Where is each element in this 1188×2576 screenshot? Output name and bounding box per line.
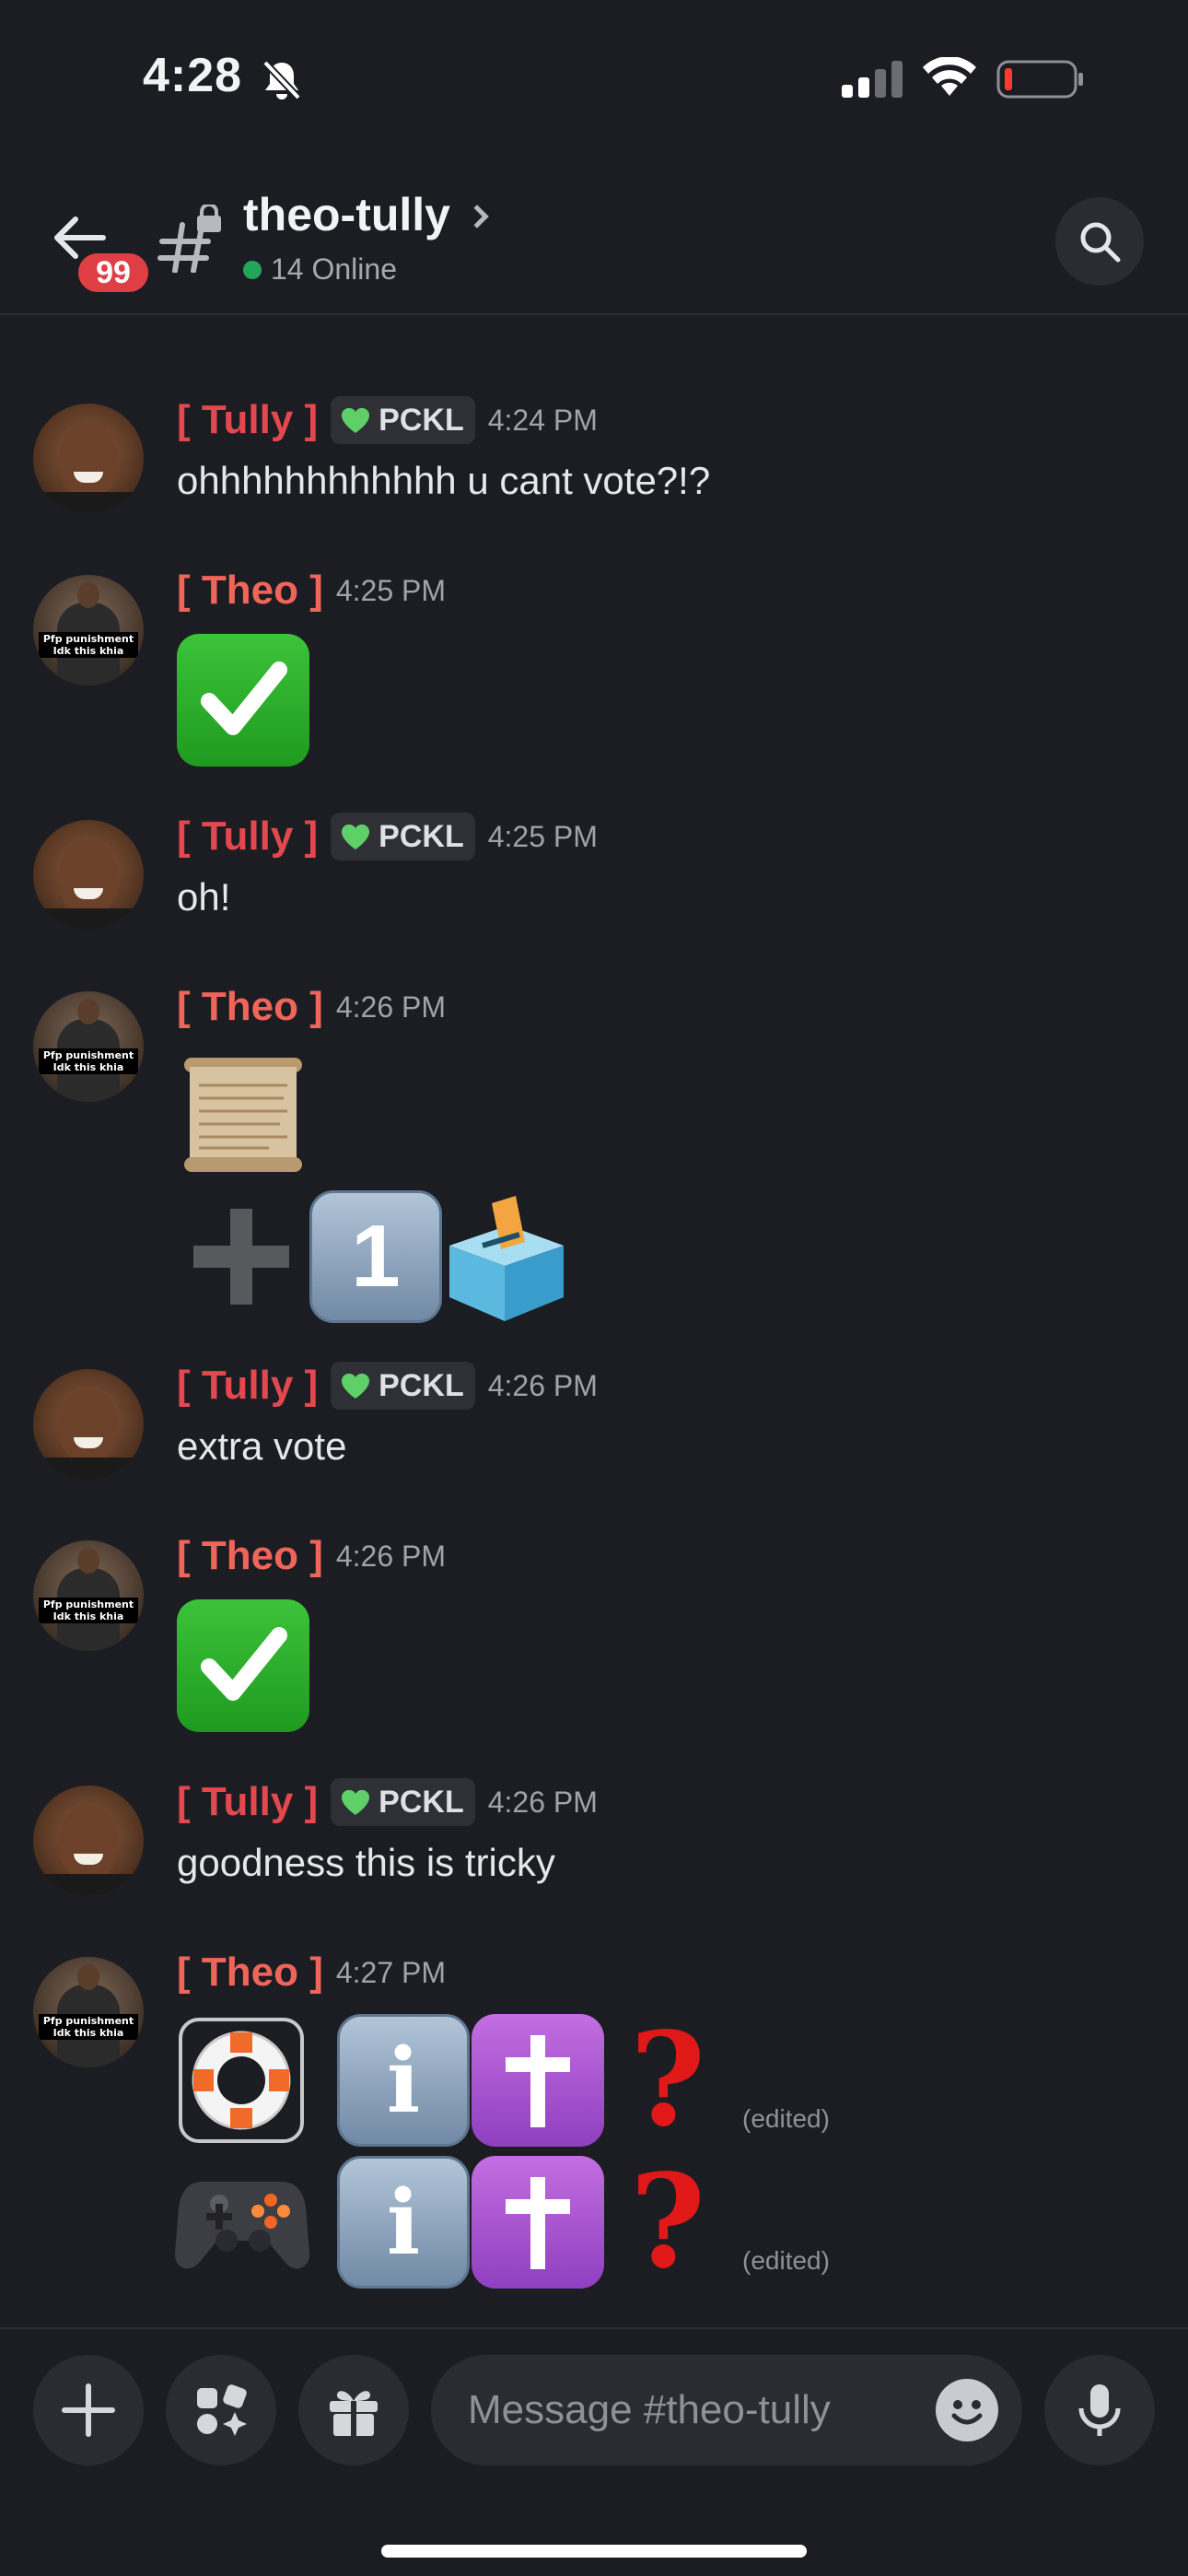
status-time: 4:28 <box>143 49 243 102</box>
information-emoji[interactable]: i <box>337 2156 470 2289</box>
guild-tag-label: PCKL <box>379 1784 464 1820</box>
online-status-dot <box>243 260 262 279</box>
edited-label: (edited) <box>742 2104 830 2133</box>
guild-tag-label: PCKL <box>379 1367 464 1403</box>
channel-header: 99 theo-tully 14 Online <box>0 157 1188 315</box>
message-text: ohhhhhhhhhhhh u cant vote?!? <box>177 459 711 502</box>
guild-tag[interactable]: PCKL <box>331 1362 475 1410</box>
timestamp: 4:25 PM <box>335 573 447 607</box>
author-name[interactable]: [ Tully ] <box>177 814 318 860</box>
avatar-theo[interactable]: Pfp punishment Idk this khia <box>33 991 144 1102</box>
keycap-one-emoji[interactable]: 1 <box>309 1190 442 1323</box>
timestamp: 4:26 PM <box>335 1539 447 1573</box>
timestamp: 4:26 PM <box>487 1368 598 1402</box>
voice-message-button[interactable] <box>1044 2355 1155 2465</box>
green-heart-icon <box>342 824 370 849</box>
author-name[interactable]: [ Theo ] <box>177 568 323 614</box>
author-name[interactable]: [ Tully ] <box>177 1779 318 1825</box>
search-icon <box>1080 222 1121 263</box>
avatar-tully[interactable] <box>33 1786 144 1896</box>
avatar-caption: Pfp punishment Idk this khia <box>39 632 138 658</box>
avatar-caption: Pfp punishment Idk this khia <box>39 1598 138 1623</box>
guild-tag[interactable]: PCKL <box>331 396 475 444</box>
status-bar: 4:28 <box>0 0 1188 157</box>
avatar-tully[interactable] <box>33 404 144 514</box>
message-list[interactable]: [ Tully ] PCKL 4:24 PM ohhhhhhhhhhhh u c… <box>0 317 1188 2325</box>
message-text: goodness this is tricky <box>177 1841 555 1884</box>
message-composer <box>0 2327 1188 2576</box>
scroll-emoji[interactable] <box>177 1048 309 1181</box>
smiley-icon <box>951 2400 983 2425</box>
guild-tag-label: PCKL <box>379 402 464 438</box>
timestamp: 4:26 PM <box>335 989 447 1024</box>
timestamp: 4:25 PM <box>487 819 598 853</box>
home-indicator[interactable] <box>381 2545 807 2558</box>
check-mark-emoji[interactable] <box>177 1599 309 1732</box>
avatar-theo[interactable]: Pfp punishment Idk this khia <box>33 1540 144 1651</box>
edited-label: (edited) <box>742 2246 830 2275</box>
avatar-theo[interactable]: Pfp punishment Idk this khia <box>33 1957 144 2067</box>
green-heart-icon <box>342 407 370 433</box>
question-mark-emoji[interactable]: ? <box>630 2156 705 2289</box>
timestamp: 4:27 PM <box>335 1955 447 1989</box>
channel-name: theo-tully <box>243 189 450 240</box>
wifi-icon <box>923 57 976 96</box>
message-text: oh! <box>177 875 231 919</box>
avatar-caption: Pfp punishment Idk this khia <box>39 1048 138 1074</box>
latin-cross-emoji[interactable] <box>472 2156 604 2289</box>
plus-icon <box>62 2383 115 2437</box>
cellular-signal-icon <box>842 61 903 98</box>
apps-button[interactable] <box>166 2355 276 2465</box>
plus-emoji[interactable] <box>186 1201 297 1312</box>
bell-slash-icon <box>262 60 301 100</box>
search-button[interactable] <box>1055 197 1144 286</box>
message-input[interactable] <box>468 2355 947 2465</box>
author-name[interactable]: [ Tully ] <box>177 397 318 443</box>
chevron-right-icon <box>465 205 489 228</box>
latin-cross-emoji[interactable] <box>472 2014 604 2147</box>
author-name[interactable]: [ Tully ] <box>177 1363 318 1409</box>
check-mark-emoji[interactable] <box>177 634 309 767</box>
green-heart-icon <box>342 1789 370 1815</box>
add-attachment-button[interactable] <box>33 2355 144 2465</box>
author-name[interactable]: [ Theo ] <box>177 984 323 1030</box>
apps-icon <box>197 2384 247 2436</box>
avatar-theo[interactable]: Pfp punishment Idk this khia <box>33 575 144 685</box>
ring-buoy-emoji[interactable] <box>177 2014 306 2147</box>
unread-badge: 99 <box>74 249 153 297</box>
locked-channel-icon <box>157 205 221 273</box>
avatar-tully[interactable] <box>33 820 144 931</box>
timestamp: 4:24 PM <box>487 403 598 437</box>
guild-tag[interactable]: PCKL <box>331 1778 475 1826</box>
information-emoji[interactable]: i <box>337 2014 470 2147</box>
author-name[interactable]: [ Theo ] <box>177 1950 323 1996</box>
microphone-icon <box>1078 2384 1121 2436</box>
ballot-box-emoji[interactable] <box>446 1190 567 1323</box>
avatar-tully[interactable] <box>33 1369 144 1480</box>
guild-tag[interactable]: PCKL <box>331 813 475 861</box>
online-count: 14 Online <box>243 252 397 287</box>
video-game-emoji[interactable] <box>175 2156 309 2277</box>
battery-low-icon <box>996 60 1083 99</box>
author-name[interactable]: [ Theo ] <box>177 1533 323 1579</box>
green-heart-icon <box>342 1373 370 1399</box>
guild-tag-label: PCKL <box>379 818 464 854</box>
gift-icon <box>330 2391 378 2436</box>
channel-title[interactable]: theo-tully <box>243 188 489 241</box>
question-mark-emoji[interactable]: ? <box>630 2014 705 2147</box>
emoji-picker-button[interactable] <box>936 2379 998 2441</box>
timestamp: 4:26 PM <box>487 1785 598 1819</box>
message-input-pill[interactable] <box>431 2355 1022 2465</box>
avatar-caption: Pfp punishment Idk this khia <box>39 2014 138 2040</box>
gift-button[interactable] <box>298 2355 409 2465</box>
message-text: extra vote <box>177 1424 347 1468</box>
online-text: 14 Online <box>271 252 397 286</box>
